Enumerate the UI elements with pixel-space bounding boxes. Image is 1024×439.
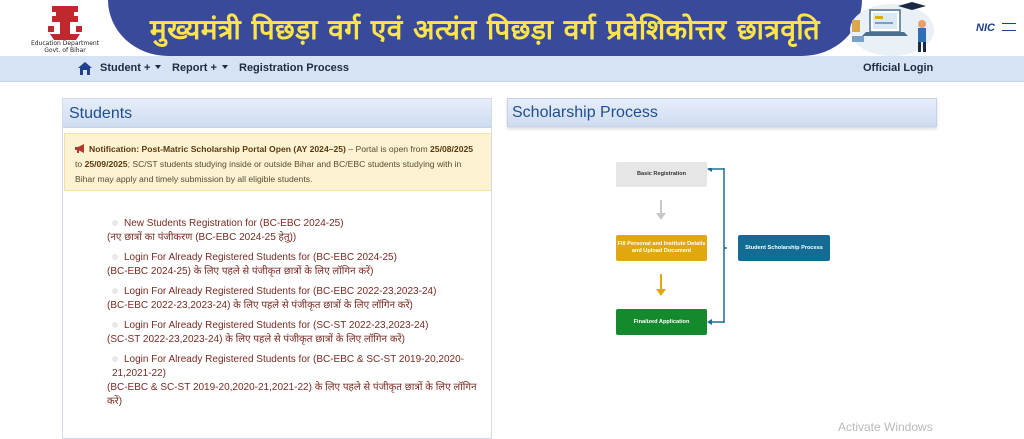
megaphone-icon — [75, 144, 84, 153]
link-login-bc-ebc-sc-st-2019-22[interactable]: Login For Already Registered Students fo… — [107, 353, 487, 409]
link-en-text: Login For Already Registered Students fo… — [124, 286, 437, 297]
bullet-icon — [112, 254, 118, 261]
link-hi-text: (BC-EBC & SC-ST 2019-20,2020-21,2021-22)… — [107, 382, 477, 407]
link-hi-text: (BC-EBC 2022-23,2023-24) के लिए पहले से … — [107, 300, 413, 311]
nav-report-menu[interactable]: Report + — [172, 62, 217, 74]
bullet-icon — [112, 220, 118, 227]
scholarship-panel-title: Scholarship Process — [512, 104, 658, 121]
notification-text-2: ; SC/ST students studying inside or outs… — [75, 159, 462, 184]
notification-date-to: 25/09/2025 — [84, 159, 128, 169]
link-login-bc-ebc-2022-24[interactable]: Login For Already Registered Students fo… — [107, 285, 487, 313]
link-new-registration[interactable]: New Students Registration for (BC-EBC 20… — [107, 217, 487, 245]
chevron-down-icon — [222, 65, 228, 69]
main-navbar: Student + Report + Registration Process … — [0, 56, 1024, 82]
nic-logo: NIC — [976, 16, 1020, 34]
scholarship-panel-header: Scholarship Process — [507, 98, 937, 127]
bullet-icon — [112, 356, 118, 363]
site-header: Education Department Govt. of Bihar मुख्… — [0, 0, 1024, 56]
notification-box: Notification: Post-Matric Scholarship Po… — [64, 133, 491, 191]
page-title: मुख्यमंत्री पिछड़ा वर्ग एवं अत्यंत पिछड़… — [149, 13, 821, 46]
flow-bracket-connector — [707, 168, 727, 325]
logo-caption-line2: Govt. of Bihar — [44, 47, 86, 54]
link-en-text: Login For Already Registered Students fo… — [124, 320, 429, 331]
logo-caption: Education Department Govt. of Bihar — [28, 40, 102, 54]
link-login-bc-ebc-2024-25[interactable]: Login For Already Registered Students fo… — [107, 251, 487, 279]
student-links-list: New Students Registration for (BC-EBC 20… — [107, 217, 487, 415]
notification-text-1: – Portal is open from — [345, 144, 431, 154]
official-login-link[interactable]: Official Login — [863, 62, 933, 74]
down-arrow-icon — [656, 274, 666, 296]
student-laptop-illustration-icon — [850, 2, 934, 56]
link-en-text: Login For Already Registered Students fo… — [112, 354, 464, 379]
students-panel-header: Students — [63, 99, 491, 128]
link-en-text: Login For Already Registered Students fo… — [124, 252, 397, 263]
chevron-down-icon — [155, 65, 161, 69]
bullet-icon — [112, 288, 118, 295]
students-panel-title: Students — [69, 105, 133, 122]
nic-label: NIC — [976, 22, 995, 34]
link-hi-text: (BC-EBC 2024-25) के लिए पहले से पंजीकृत … — [107, 266, 374, 277]
notification-heading: Notification: Post-Matric Scholarship Po… — [89, 144, 346, 154]
students-panel: Students Notification: Post-Matric Schol… — [62, 98, 492, 439]
down-arrow-icon — [656, 200, 666, 220]
notification-text-to: to — [75, 159, 85, 169]
nav-registration-process[interactable]: Registration Process — [239, 62, 349, 74]
activate-windows-watermark: Activate Windows — [838, 420, 933, 434]
link-hi-text: (SC-ST 2022-23,2023-24) के लिए पहले से प… — [107, 334, 405, 345]
link-hi-text: (नए छात्रों का पंजीकरण (BC-EBC 2024-25 ह… — [107, 232, 297, 243]
flow-step-fill-details: Fill Personal and Institute Details and … — [616, 235, 707, 261]
bullet-icon — [112, 322, 118, 329]
home-icon[interactable] — [78, 62, 92, 75]
nic-subtext-icon — [1002, 22, 1017, 31]
link-login-sc-st-2022-24[interactable]: Login For Already Registered Students fo… — [107, 319, 487, 347]
link-en-text: New Students Registration for (BC-EBC 20… — [124, 218, 344, 229]
flow-step-basic-registration: Basic Registration — [616, 162, 707, 187]
notification-date-from: 25/08/2025 — [430, 144, 474, 154]
flow-step-finalized-application: Finalized Application — [616, 309, 707, 335]
nav-student-menu[interactable]: Student + — [100, 62, 150, 74]
logo-caption-line1: Education Department — [30, 40, 100, 47]
flow-step-student-scholarship-process: Student Scholarship Process — [738, 235, 830, 261]
